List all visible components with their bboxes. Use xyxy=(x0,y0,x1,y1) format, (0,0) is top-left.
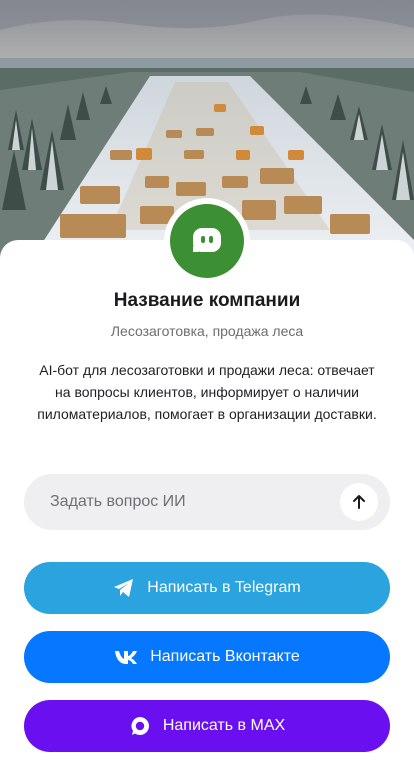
max-button-label: Написать в MAX xyxy=(162,717,286,734)
company-tagline: Лесозаготовка, продажа леса xyxy=(110,323,304,339)
ask-ai-input[interactable] xyxy=(48,492,340,512)
telegram-icon xyxy=(113,578,135,598)
max-icon xyxy=(129,715,151,737)
ask-ai-box xyxy=(24,474,390,530)
vk-icon xyxy=(114,649,138,665)
avatar xyxy=(164,198,250,284)
telegram-button-label: Написать в Telegram xyxy=(147,579,301,596)
max-button[interactable]: Написать в MAX xyxy=(24,700,390,752)
vk-button-label: Написать Вконтакте xyxy=(150,648,300,665)
send-button[interactable] xyxy=(340,483,378,521)
chat-bot-icon xyxy=(170,204,244,278)
telegram-button[interactable]: Написать в Telegram xyxy=(24,562,390,614)
vk-button[interactable]: Написать Вконтакте xyxy=(24,631,390,683)
company-description: AI-бот для лесозаготовки и продажи леса:… xyxy=(37,362,377,422)
company-name: Название компании xyxy=(113,290,301,311)
arrow-up-icon xyxy=(353,495,365,509)
